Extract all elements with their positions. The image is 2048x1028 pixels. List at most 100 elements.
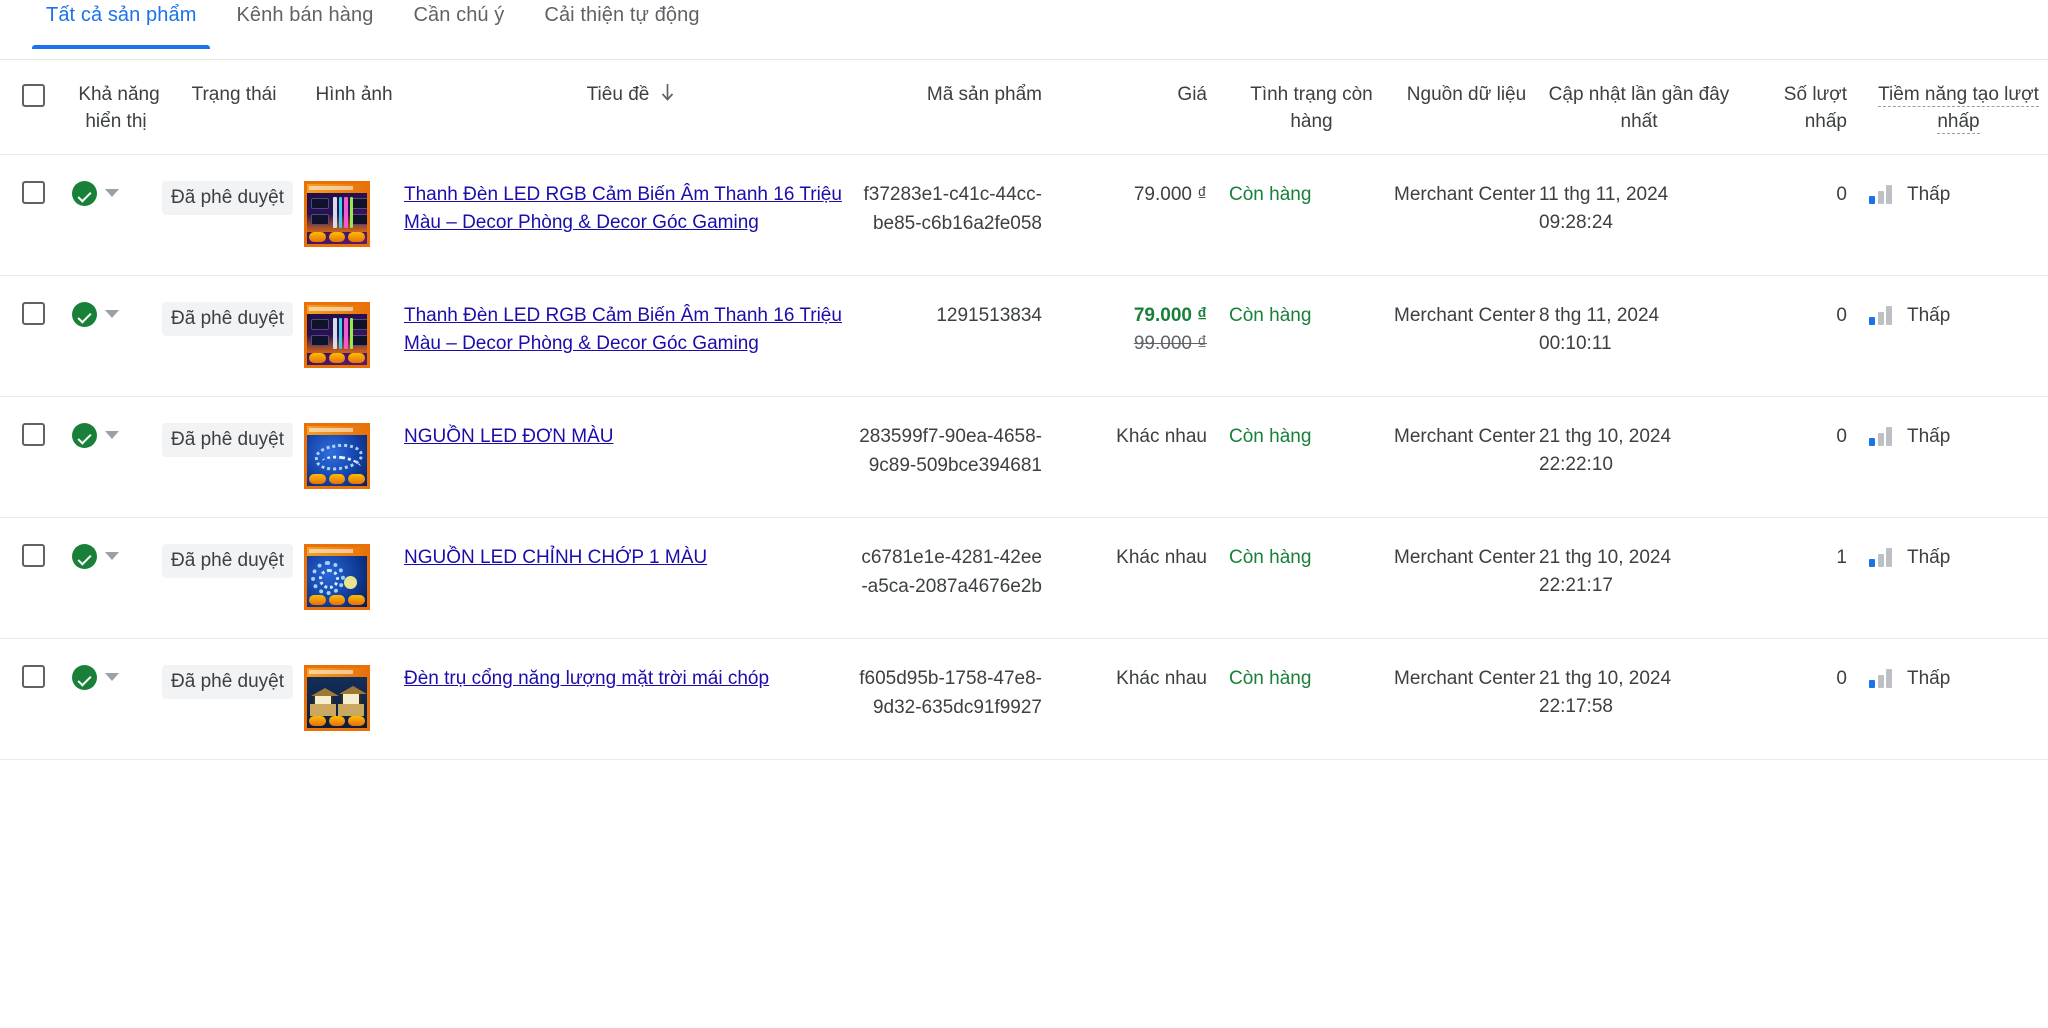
updated-date: 21 thg 10, 2024	[1539, 546, 1672, 568]
row-updated-cell: 21 thg 10, 2024 22:22:10	[1539, 396, 1739, 518]
data-source: Merchant Center	[1394, 667, 1536, 689]
header-sku-label: Mã sản phẩm	[926, 84, 1042, 105]
table-row: Đã phê duyệt Thanh Đèn LED RGB Cảm Biến …	[0, 275, 2048, 397]
table-row: Đã phê duyệt Đèn trụ cổng năng lượng mặt…	[0, 638, 2048, 760]
tab-all-products[interactable]: Tất cả sản phẩm	[26, 0, 216, 49]
tab-label: Cần chú ý	[413, 4, 505, 26]
visibility-approved-icon	[72, 301, 97, 327]
product-title-link[interactable]: Thanh Đèn LED RGB Cảm Biến Âm Thanh 16 T…	[404, 305, 842, 355]
updated-time: 00:10:11	[1539, 333, 1612, 355]
row-source-cell: Merchant Center	[1394, 638, 1539, 760]
product-thumbnail[interactable]	[304, 180, 370, 247]
tab-needs-attention[interactable]: Cần chú ý	[393, 0, 524, 49]
product-thumbnail[interactable]	[304, 301, 370, 368]
row-price-cell: 79.000 ₫ 99.000 ₫	[1064, 275, 1229, 397]
row-checkbox[interactable]	[22, 543, 45, 567]
header-clicks[interactable]: Số lượt nhấp	[1739, 60, 1869, 155]
stock-status: Còn hàng	[1229, 425, 1312, 447]
sort-descending-icon[interactable]	[659, 83, 676, 111]
stock-status: Còn hàng	[1229, 304, 1312, 326]
row-clicks-cell: 0	[1739, 154, 1869, 276]
bar-chart-icon	[1869, 306, 1895, 326]
product-sku: f605d95b-1758-47e8-9d32-635dc91f9927	[859, 667, 1042, 718]
row-potential-cell: Thấp	[1869, 396, 2048, 518]
potential-label: Thấp	[1907, 425, 1951, 447]
updated-time: 22:17:58	[1539, 696, 1613, 718]
row-price-cell: 79.000 ₫	[1064, 154, 1229, 276]
header-sku[interactable]: Mã sản phẩm	[859, 60, 1064, 155]
visibility-approved-icon	[72, 422, 97, 448]
header-price[interactable]: Giá	[1064, 60, 1229, 155]
row-image-cell	[304, 638, 404, 760]
product-price: 79.000 ₫	[1133, 183, 1207, 205]
header-stock[interactable]: Tình trạng còn hàng	[1229, 60, 1394, 155]
product-thumbnail[interactable]	[304, 543, 370, 610]
header-image[interactable]: Hình ảnh	[304, 60, 404, 155]
header-visibility[interactable]: Khả năng hiển thị	[68, 60, 164, 155]
row-visibility-cell	[68, 517, 164, 639]
row-updated-cell: 8 thg 11, 2024 00:10:11	[1539, 275, 1739, 397]
row-clicks-cell: 0	[1739, 638, 1869, 760]
potential-label: Thấp	[1907, 304, 1951, 326]
header-updated[interactable]: Cập nhật lần gần đây nhất	[1539, 60, 1739, 155]
row-checkbox[interactable]	[22, 180, 45, 204]
row-image-cell	[304, 275, 404, 397]
product-thumbnail[interactable]	[304, 422, 370, 489]
row-status-cell: Đã phê duyệt	[162, 638, 304, 760]
product-title-link[interactable]: NGUỒN LED CHỈNH CHỚP 1 MÀU	[404, 547, 707, 568]
bar-chart-icon	[1869, 548, 1895, 568]
row-price-cell: Khác nhau	[1064, 638, 1229, 760]
row-sku-cell: c6781e1e-4281-42ee-a5ca-2087a4676e2b	[859, 517, 1064, 639]
product-title-link[interactable]: NGUỒN LED ĐƠN MÀU	[404, 426, 613, 447]
click-count: 0	[1836, 667, 1847, 689]
tab-auto-improvements[interactable]: Cải thiện tự động	[524, 0, 719, 49]
row-image-cell	[304, 154, 404, 276]
chevron-down-icon[interactable]	[105, 189, 119, 198]
visibility-approved-icon	[72, 543, 97, 569]
chevron-down-icon[interactable]	[105, 310, 119, 319]
row-potential-cell: Thấp	[1869, 517, 2048, 639]
row-sku-cell: 1291513834	[859, 275, 1064, 397]
updated-time: 22:21:17	[1539, 575, 1613, 597]
product-title-link[interactable]: Thanh Đèn LED RGB Cảm Biến Âm Thanh 16 T…	[404, 184, 842, 234]
header-select-all	[0, 60, 68, 155]
row-checkbox[interactable]	[22, 422, 45, 446]
chevron-down-icon[interactable]	[105, 673, 119, 682]
row-checkbox[interactable]	[22, 664, 45, 688]
tab-label: Tất cả sản phẩm	[46, 4, 197, 26]
status-badge: Đã phê duyệt	[162, 301, 294, 337]
product-sku: c6781e1e-4281-42ee-a5ca-2087a4676e2b	[861, 546, 1042, 597]
chevron-down-icon[interactable]	[105, 552, 119, 561]
updated-date: 8 thg 11, 2024	[1539, 304, 1660, 326]
updated-date: 21 thg 10, 2024	[1539, 425, 1672, 447]
row-status-cell: Đã phê duyệt	[162, 275, 304, 397]
product-list-page: Tất cả sản phẩm Kênh bán hàng Cần chú ý …	[0, 0, 2048, 1028]
header-visibility-label: Khả năng hiển thị	[78, 84, 160, 132]
row-clicks-cell: 0	[1739, 396, 1869, 518]
row-visibility-cell	[68, 154, 164, 276]
row-checkbox[interactable]	[22, 301, 45, 325]
header-potential[interactable]: Tiềm năng tạo lượt nhấp	[1869, 60, 2048, 155]
tab-sales-channel[interactable]: Kênh bán hàng	[216, 0, 393, 49]
product-thumbnail[interactable]	[304, 664, 370, 731]
header-source[interactable]: Nguồn dữ liệu	[1394, 60, 1539, 155]
row-stock-cell: Còn hàng	[1229, 517, 1394, 639]
header-price-label: Giá	[1177, 84, 1207, 105]
product-price: Khác nhau	[1116, 546, 1207, 568]
header-title-label: Tiêu đề	[586, 84, 650, 105]
table-row: Đã phê duyệt NGUỒN LED ĐƠN MÀU 283599f7-…	[0, 396, 2048, 518]
potential-label: Thấp	[1907, 546, 1951, 568]
click-count: 1	[1836, 546, 1847, 568]
row-clicks-cell: 1	[1739, 517, 1869, 639]
row-sku-cell: 283599f7-90ea-4658-9c89-509bce394681	[859, 396, 1064, 518]
chevron-down-icon[interactable]	[105, 431, 119, 440]
product-title-link[interactable]: Đèn trụ cổng năng lượng mặt trời mái chó…	[404, 668, 769, 689]
row-sku-cell: f605d95b-1758-47e8-9d32-635dc91f9927	[859, 638, 1064, 760]
header-title[interactable]: Tiêu đề	[404, 60, 859, 155]
updated-time: 22:22:10	[1539, 454, 1613, 476]
header-status[interactable]: Trạng thái	[164, 60, 304, 155]
updated-date: 11 thg 11, 2024	[1539, 183, 1669, 205]
status-badge: Đã phê duyệt	[162, 543, 294, 579]
header-image-label: Hình ảnh	[315, 84, 393, 105]
select-all-checkbox[interactable]	[22, 84, 45, 107]
